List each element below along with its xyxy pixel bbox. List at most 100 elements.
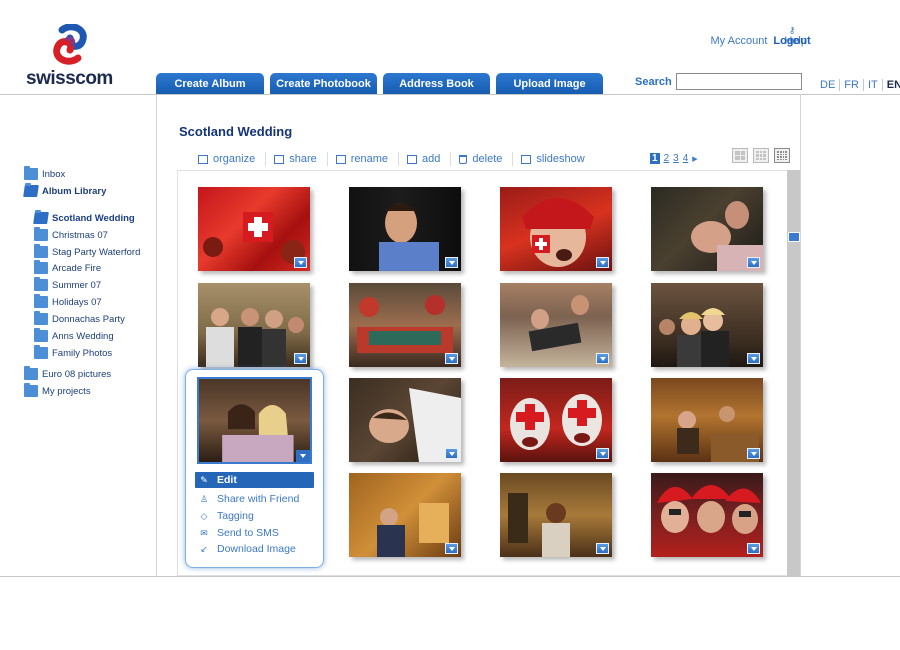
sidebar-item-euro-08-pictures[interactable]: Euro 08 pictures xyxy=(24,366,111,380)
tab-create-album[interactable]: Create Album xyxy=(156,73,264,95)
search-label: Search xyxy=(635,76,672,88)
delete-button[interactable]: delete xyxy=(459,152,514,166)
lang-en[interactable]: EN xyxy=(881,79,900,91)
sidebar-item-inbox[interactable]: Inbox xyxy=(24,166,65,180)
sidebar-item-album-library[interactable]: Album Library xyxy=(23,185,106,197)
photo-context-menu: ✎ Edit ♙ Share with Friend ◇ Tagging ✉ Send … xyxy=(185,369,324,568)
trash-icon xyxy=(459,154,468,164)
folder-open-icon xyxy=(23,185,39,197)
page-2[interactable]: 2 xyxy=(664,153,670,164)
folder-icon xyxy=(34,294,48,308)
photo-options-icon[interactable] xyxy=(445,448,458,459)
tab-create-photobook[interactable]: Create Photobook xyxy=(270,73,377,95)
photo-options-icon[interactable] xyxy=(747,353,760,364)
selected-photo-thumbnail[interactable] xyxy=(197,377,312,464)
folder-icon xyxy=(34,345,48,359)
logo-icon xyxy=(53,24,87,65)
photo-thumbnail[interactable] xyxy=(500,187,612,271)
sidebar-item-family-photos[interactable]: Family Photos xyxy=(34,345,112,359)
content-divider xyxy=(800,94,801,576)
organize-icon xyxy=(198,154,208,164)
scrollbar[interactable] xyxy=(787,170,800,576)
view-medium-icon[interactable] xyxy=(753,148,769,163)
organize-button[interactable]: organize xyxy=(198,152,267,166)
sidebar-item-anns-wedding[interactable]: Anns Wedding xyxy=(34,328,114,342)
folder-icon xyxy=(24,166,38,180)
add-icon xyxy=(407,154,418,164)
page-3[interactable]: 3 xyxy=(673,153,679,164)
photo-thumbnail[interactable] xyxy=(349,473,461,557)
main-tabs: Create Album Create Photobook Address Bo… xyxy=(156,73,603,95)
sidebar-item-summer-07[interactable]: Summer 07 xyxy=(34,277,101,291)
photo-thumbnail[interactable] xyxy=(500,378,612,462)
sidebar-item-arcade-fire[interactable]: Arcade Fire xyxy=(34,260,101,274)
view-small-icon[interactable] xyxy=(774,148,790,163)
photo-thumbnail[interactable] xyxy=(651,187,763,271)
photo-options-icon[interactable] xyxy=(596,353,609,364)
download-image-menu-item[interactable]: ↙ Download Image xyxy=(195,541,314,557)
folder-icon xyxy=(34,227,48,241)
page-1[interactable]: 1 xyxy=(650,153,660,164)
key-icon: ⚷ xyxy=(788,25,796,35)
side-dropdown-icon[interactable] xyxy=(788,232,800,242)
tagging-menu-item[interactable]: ◇ Tagging xyxy=(195,508,314,524)
photo-thumbnail[interactable] xyxy=(500,473,612,557)
album-title: Scotland Wedding xyxy=(179,124,293,139)
photo-thumbnail[interactable] xyxy=(198,187,310,271)
tab-upload-image[interactable]: Upload Image xyxy=(496,73,603,95)
photo-thumbnail[interactable] xyxy=(198,283,310,367)
edit-menu-item[interactable]: ✎ Edit xyxy=(195,472,314,488)
photo-options-icon[interactable] xyxy=(296,450,310,462)
photo-options-icon[interactable] xyxy=(596,448,609,459)
photo-options-icon[interactable] xyxy=(294,353,307,364)
person-icon: ♙ xyxy=(199,493,209,504)
share-button[interactable]: share xyxy=(274,152,328,166)
photo-options-icon[interactable] xyxy=(445,353,458,364)
photo-thumbnail[interactable] xyxy=(651,283,763,367)
photo-options-icon[interactable] xyxy=(747,448,760,459)
photo-options-icon[interactable] xyxy=(294,257,307,268)
my-account-link[interactable]: My Account xyxy=(711,35,768,47)
photo-options-icon[interactable] xyxy=(445,257,458,268)
folder-icon xyxy=(34,244,48,258)
footer-divider xyxy=(0,576,900,577)
photo-thumbnail[interactable] xyxy=(349,378,461,462)
pagination: 1 2 3 4 ▶ xyxy=(650,153,698,164)
lang-fr[interactable]: FR xyxy=(839,79,863,91)
sidebar-item-scotland-wedding[interactable]: Scotland Wedding xyxy=(33,212,135,224)
share-with-friend-menu-item[interactable]: ♙ Share with Friend xyxy=(195,491,314,507)
photo-thumbnail[interactable] xyxy=(500,283,612,367)
sidebar-item-holidays-07[interactable]: Holidays 07 xyxy=(34,294,102,308)
folder-icon xyxy=(34,260,48,274)
sidebar-item-my-projects[interactable]: My projects xyxy=(24,383,91,397)
tab-address-book[interactable]: Address Book xyxy=(383,73,490,95)
send-to-sms-menu-item[interactable]: ✉ Send to SMS xyxy=(195,525,314,541)
photo-options-icon[interactable] xyxy=(596,257,609,268)
search-input[interactable] xyxy=(676,73,802,90)
envelope-icon: ✉ xyxy=(200,527,208,538)
logout-link[interactable]: ⚷ Logout xyxy=(772,25,812,47)
slideshow-button[interactable]: slideshow xyxy=(521,152,594,166)
photo-options-icon[interactable] xyxy=(596,543,609,554)
photo-options-icon[interactable] xyxy=(747,543,760,554)
lang-de[interactable]: DE xyxy=(820,79,839,91)
photo-thumbnail[interactable] xyxy=(349,283,461,367)
photo-thumbnail[interactable] xyxy=(349,187,461,271)
view-large-icon[interactable] xyxy=(732,148,748,163)
photo-thumbnail[interactable] xyxy=(651,378,763,462)
rename-icon xyxy=(335,154,346,164)
add-button[interactable]: add xyxy=(407,152,452,166)
swisscom-logo[interactable]: swisscom xyxy=(22,22,118,89)
folder-icon xyxy=(24,366,38,380)
photo-options-icon[interactable] xyxy=(747,257,760,268)
sidebar-item-donnachas-party[interactable]: Donnachas Party xyxy=(34,311,125,325)
lang-it[interactable]: IT xyxy=(862,79,882,91)
photo-options-icon[interactable] xyxy=(445,543,458,554)
page-4[interactable]: 4 xyxy=(683,153,689,164)
rename-button[interactable]: rename xyxy=(335,152,400,166)
sidebar-item-stag-party-waterford[interactable]: Stag Party Waterford xyxy=(34,244,140,258)
next-page-icon[interactable]: ▶ xyxy=(692,155,697,163)
photo-thumbnail[interactable] xyxy=(651,473,763,557)
logout-label: Logout xyxy=(773,35,811,47)
sidebar-item-christmas-07[interactable]: Christmas 07 xyxy=(34,227,108,241)
